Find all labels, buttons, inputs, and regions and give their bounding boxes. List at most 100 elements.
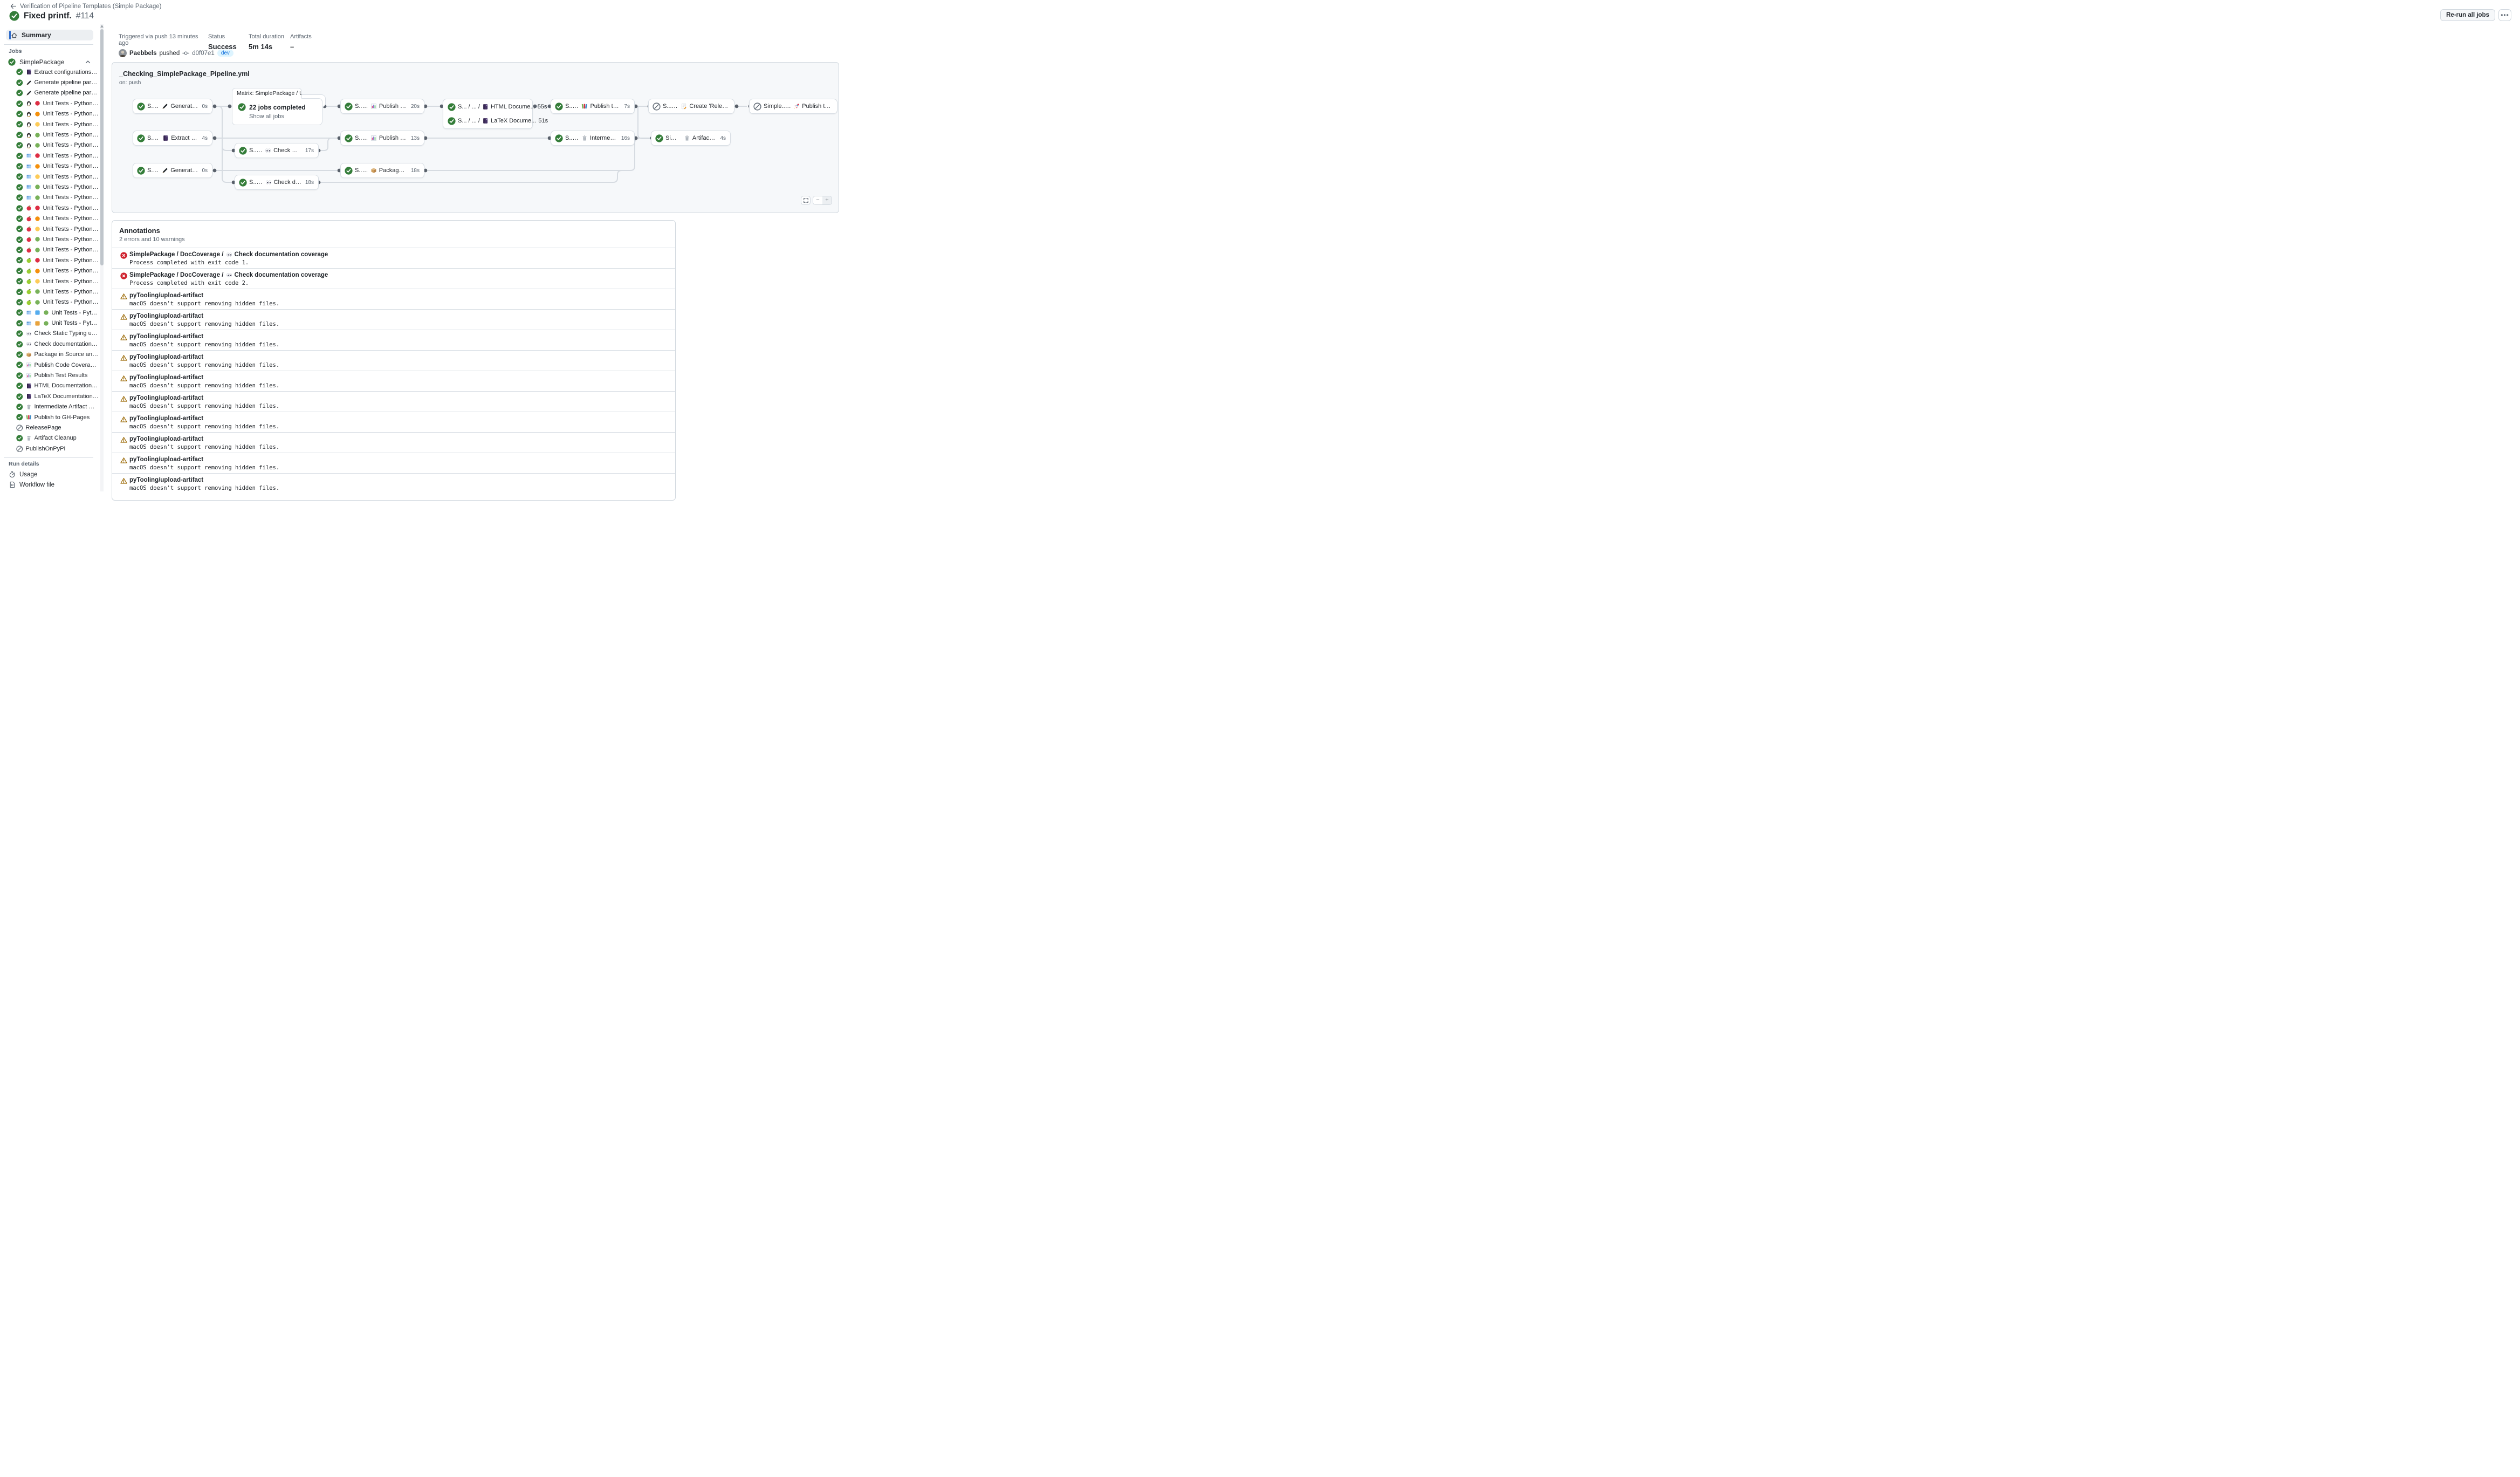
graph-node[interactable]: Sim... / ... /Artifact Cleanup4s xyxy=(651,131,731,146)
job-item-label: Unit Tests - Python 3.10 xyxy=(43,163,99,169)
annotation-prefix: SimplePackage / DocCoverage / xyxy=(129,272,224,278)
sidebar-job-item[interactable]: Unit Tests - Python 3.10 xyxy=(0,265,99,276)
node-prefix: S... / ... / xyxy=(355,167,368,174)
graph-node[interactable]: S... / ... /Intermediate A...16s xyxy=(551,131,635,146)
graph-node[interactable]: Simple... / ... /Publish to PyPI xyxy=(749,99,837,114)
sidebar-job-item[interactable]: Unit Tests - Python 3.10 xyxy=(0,213,99,223)
sidebar-job-item[interactable]: HTML Documentation using ... xyxy=(0,381,99,391)
sidebar-job-item[interactable]: Unit Tests - Python 3.13 xyxy=(0,245,99,255)
graph-node[interactable]: S... / ... /Check docume...18s xyxy=(235,175,319,190)
sidebar-job-item[interactable]: Unit Tests - Python 3.12 xyxy=(0,307,99,318)
graph-node[interactable]: S... / ... /HTML Docume...55s xyxy=(443,100,532,114)
dot-green-icon xyxy=(35,236,40,242)
sidebar-job-item[interactable]: Unit Tests - Python 3.9 xyxy=(0,98,99,108)
sidebar-job-item[interactable]: Unit Tests - Python 3.12 xyxy=(0,129,99,140)
graph-node[interactable]: S... / ... /Extract configur...4s xyxy=(133,131,212,146)
sidebar-job-item[interactable]: Unit Tests - Python 3.13 xyxy=(0,140,99,151)
annotation-title[interactable]: pyTooling/upload-artifact xyxy=(129,477,667,483)
sidebar-job-item[interactable]: ReleasePage xyxy=(0,422,99,433)
warn-triangle-icon xyxy=(120,477,127,484)
graph-node[interactable]: S... / ... /Package in Sou...18s xyxy=(340,163,424,178)
annotation-message: macOS doesn't support removing hidden fi… xyxy=(129,321,667,327)
breadcrumb[interactable]: Verification of Pipeline Templates (Simp… xyxy=(10,3,162,10)
rocket-icon xyxy=(793,103,800,110)
annotation-title[interactable]: pyTooling/upload-artifact xyxy=(129,415,667,422)
sidebar-job-item[interactable]: Publish Code Coverage Results xyxy=(0,360,99,370)
sidebar-item-usage[interactable]: Usage xyxy=(0,469,99,480)
sidebar-job-item[interactable]: Unit Tests - Python 3.11 xyxy=(0,224,99,234)
zoom-in-button[interactable]: + xyxy=(822,196,832,204)
dot-green-icon xyxy=(35,132,40,138)
rerun-all-jobs-button[interactable]: Re-run all jobs xyxy=(2440,9,2495,21)
graph-node[interactable]: S... / ... /Publish to GH-P...7s xyxy=(551,99,635,114)
annotation-title[interactable]: pyTooling/upload-artifact xyxy=(129,333,667,340)
graph-node[interactable]: S... / ... /Create 'Release Pa... xyxy=(648,99,734,114)
zoom-out-button[interactable]: − xyxy=(813,196,822,204)
sidebar-job-item[interactable]: Unit Tests - Python 3.11 xyxy=(0,276,99,286)
sidebar-job-item[interactable]: Check Static Typing using Pyt... xyxy=(0,329,99,339)
sidebar-job-item[interactable]: Unit Tests - Python 3.12 xyxy=(0,234,99,244)
kebab-menu-button[interactable]: ••• xyxy=(2498,9,2511,21)
annotation-title[interactable]: SimplePackage / DocCoverage /Check docum… xyxy=(129,251,667,258)
sidebar-job-item[interactable]: Unit Tests - Python 3.13 xyxy=(0,193,99,203)
graph-node[interactable]: S... / ... /Check Static Ty...17s xyxy=(235,143,319,158)
graph-node[interactable]: S... / ... /Generate pipelin...0s xyxy=(133,163,212,178)
sidebar-job-item[interactable]: PublishOnPyPI xyxy=(0,443,99,454)
matrix-node[interactable]: Matrix: SimplePackage / UnitTest... 22 j… xyxy=(232,98,322,125)
back-arrow-icon[interactable] xyxy=(10,3,17,10)
sidebar-job-item[interactable]: Intermediate Artifact Cleanup xyxy=(0,402,99,412)
sidebar-item-summary[interactable]: Summary xyxy=(6,30,93,40)
job-item-label: Check Static Typing using Pyt... xyxy=(35,330,99,337)
sidebar-job-item[interactable]: Unit Tests - Python 3.9 xyxy=(0,151,99,161)
annotation-title[interactable]: pyTooling/upload-artifact xyxy=(129,374,667,381)
eyes-icon xyxy=(265,147,271,154)
sidebar-job-item[interactable]: Check documentation covera... xyxy=(0,339,99,349)
scrollbar-thumb[interactable] xyxy=(100,29,104,265)
annotation-title[interactable]: pyTooling/upload-artifact xyxy=(129,354,667,360)
avatar[interactable] xyxy=(119,49,127,57)
node-label: Generate pipelin... xyxy=(170,103,198,110)
annotation-title[interactable]: pyTooling/upload-artifact xyxy=(129,436,667,442)
graph-node[interactable]: S... / ... /LaTeX Docume...51s xyxy=(443,114,532,128)
sidebar-job-item[interactable]: Unit Tests - Python 3.10 xyxy=(0,161,99,172)
sidebar-job-item[interactable]: Unit Tests - Python 3.9 xyxy=(0,203,99,213)
sidebar-job-item[interactable]: Unit Tests - Python 3.12 xyxy=(0,318,99,328)
dot-green-icon xyxy=(35,289,40,295)
chevron-up-icon[interactable] xyxy=(85,59,91,65)
annotation-title[interactable]: pyTooling/upload-artifact xyxy=(129,292,667,299)
sidebar-job-item[interactable]: Unit Tests - Python 3.12 xyxy=(0,182,99,192)
sidebar-group-simplepackage[interactable]: SimplePackage xyxy=(0,57,99,67)
annotation-title[interactable]: pyTooling/upload-artifact xyxy=(129,395,667,401)
sidebar-job-item[interactable]: Unit Tests - Python 3.12 xyxy=(0,286,99,297)
sidebar-job-item[interactable]: Package in Source and Wheel... xyxy=(0,350,99,360)
annotation-row: SimplePackage / DocCoverage /Check docum… xyxy=(112,248,675,268)
annotation-title[interactable]: SimplePackage / DocCoverage /Check docum… xyxy=(129,272,667,278)
graph-node[interactable]: S... / ... /Generate pipelin...0s xyxy=(133,99,212,114)
annotation-title[interactable]: pyTooling/upload-artifact xyxy=(129,456,667,463)
sidebar-job-item[interactable]: Artifact Cleanup xyxy=(0,433,99,443)
sidebar-job-item[interactable]: Unit Tests - Python 3.11 xyxy=(0,119,99,129)
fullscreen-button[interactable] xyxy=(801,196,811,205)
breadcrumb-label[interactable]: Verification of Pipeline Templates (Simp… xyxy=(20,3,162,10)
graph-node[interactable]: S... / ... /Publish Code C...20s xyxy=(340,99,424,114)
show-all-jobs-link[interactable]: Show all jobs xyxy=(249,113,322,120)
sidebar-job-item[interactable]: Publish to GH-Pages xyxy=(0,412,99,422)
sidebar-scrollbar[interactable] xyxy=(100,24,104,491)
sidebar-job-item[interactable]: Generate pipeline parameters xyxy=(0,77,99,87)
sidebar-job-item[interactable]: LaTeX Documentation using ... xyxy=(0,391,99,401)
warn-triangle-icon xyxy=(120,293,127,300)
sidebar-job-item[interactable]: Unit Tests - Python 3.13 xyxy=(0,297,99,307)
actor-name[interactable]: Paebbels xyxy=(129,50,157,57)
sidebar-job-item[interactable]: Unit Tests - Python 3.9 xyxy=(0,255,99,265)
sidebar-job-item[interactable]: Unit Tests - Python 3.10 xyxy=(0,109,99,119)
sidebar-job-item[interactable]: Generate pipeline parameters xyxy=(0,88,99,98)
graph-node[interactable]: S... / ... /Publish Test Re...13s xyxy=(340,131,424,146)
node-label: LaTeX Docume... xyxy=(491,118,536,124)
sidebar-job-item[interactable]: Extract configurations from p... xyxy=(0,67,99,77)
sidebar-job-item[interactable]: Publish Test Results xyxy=(0,370,99,380)
annotation-title[interactable]: pyTooling/upload-artifact xyxy=(129,313,667,319)
sidebar-job-item[interactable]: Unit Tests - Python 3.11 xyxy=(0,172,99,182)
dot-green-icon xyxy=(43,320,49,326)
sidebar-item-workflow-file[interactable]: Workflow file xyxy=(0,480,99,490)
scrollbar-up-arrow[interactable] xyxy=(100,25,104,28)
